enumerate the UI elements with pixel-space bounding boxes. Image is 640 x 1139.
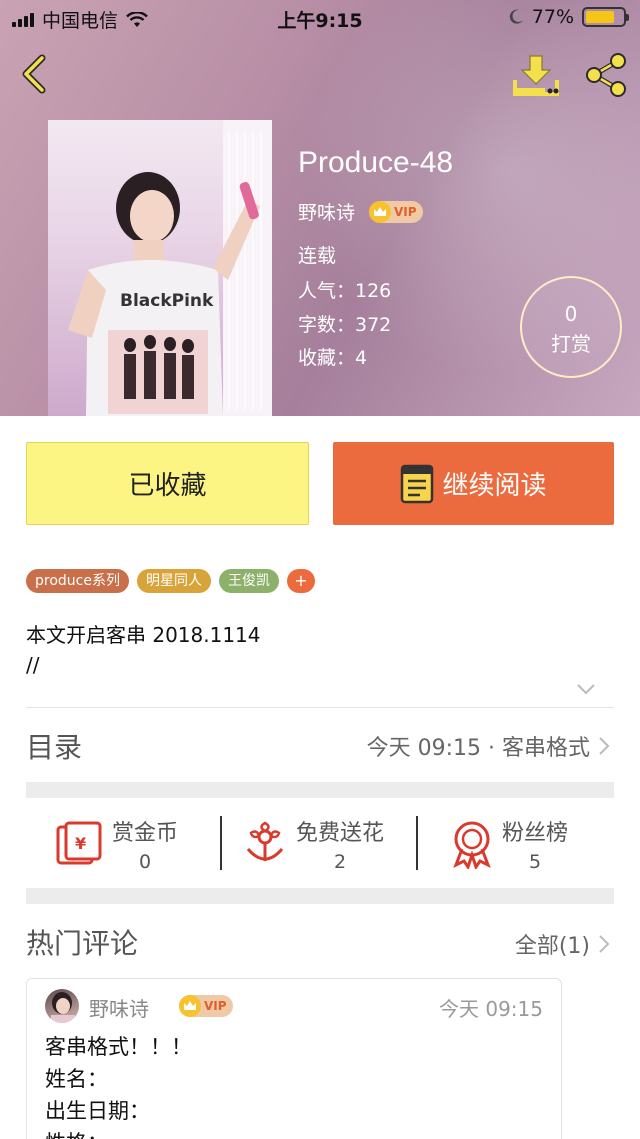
battery-icon [582, 7, 629, 27]
medal-icon [453, 821, 491, 869]
continue-reading-label: 继续阅读 [442, 471, 547, 501]
stat-label: 免费送花 [296, 821, 385, 846]
book-cover[interactable]: BlackPink [48, 120, 272, 416]
reward-label: 打赏 [551, 332, 591, 356]
toc-title: 目录 [26, 731, 83, 764]
moon-icon [509, 9, 523, 24]
cover-image: BlackPink [68, 120, 272, 416]
chevron-left-icon[interactable] [14, 52, 54, 96]
tag-item[interactable]: 王俊凯 [218, 569, 279, 593]
vip-badge: VIP [179, 995, 233, 1017]
stat-value: 0 [138, 851, 152, 873]
svg-text:¥: ¥ [75, 834, 86, 853]
comment-author[interactable]: 野味诗 [89, 993, 149, 1022]
book-header: 中国电信 上午9:15 77% BlackPink Produce-48 野味诗… [0, 0, 640, 416]
comment-line: 姓名： [45, 1067, 108, 1091]
cover-text: BlackPink [120, 291, 214, 311]
comment-line: 出生日期： [45, 1099, 150, 1123]
add-tag-button[interactable]: + [286, 569, 315, 593]
crown-icon [179, 995, 201, 1017]
download-icon[interactable] [512, 52, 560, 98]
intro-line: // [26, 653, 40, 677]
section-separator [26, 782, 614, 798]
toc-latest-chapter[interactable]: 今天 09:15 · 客串格式 [367, 730, 610, 762]
stat-separator [416, 816, 418, 870]
tag-item[interactable]: 明星同人 [136, 569, 211, 593]
collected-label: 已收藏 [128, 471, 207, 501]
all-comments-link[interactable]: 全部(1) [515, 928, 610, 960]
stat-value: 2 [333, 851, 347, 873]
author-name[interactable]: 野味诗 [298, 198, 355, 225]
vip-badge: VIP [369, 200, 423, 223]
author-row[interactable]: 野味诗 VIP [298, 198, 423, 225]
collected-button[interactable]: 已收藏 [26, 442, 309, 525]
reward-count: 0 [564, 302, 578, 326]
comment-line: 客串格式！！！ [45, 1035, 192, 1059]
red-envelope-icon: ¥ [56, 821, 102, 865]
vip-label: VIP [394, 204, 417, 219]
stats-row: ¥ 赏金币 0 免费送花 2 粉丝榜 5 [26, 800, 614, 888]
comment-time: 今天 09:15 [439, 997, 543, 1021]
stat-text: 赏金币 0 [112, 815, 178, 873]
stat-text: 免费送花 2 [296, 815, 384, 873]
reward-button[interactable]: 0 打赏 [520, 276, 622, 378]
book-title: Produce-48 [298, 146, 454, 179]
avatar[interactable] [45, 989, 79, 1023]
continue-reading-button[interactable]: 继续阅读 [333, 442, 614, 525]
chevron-right-icon [599, 737, 610, 755]
book-word-count: 字数：372 [298, 314, 392, 336]
stat-label: 赏金币 [112, 821, 179, 846]
battery-level [586, 11, 614, 23]
comment-body: 客串格式！！！ 姓名： 出生日期： 性格： [45, 1031, 192, 1139]
book-favorites: 收藏：4 [298, 347, 368, 369]
book-popularity: 人气：126 [298, 280, 392, 302]
stat-flowers[interactable]: 免费送花 2 [242, 800, 384, 888]
comment-card[interactable]: 野味诗 VIP 今天 09:15 客串格式！！！ 姓名： 出生日期： 性格： [26, 978, 562, 1139]
chevron-right-icon [599, 935, 610, 953]
toc-latest-label: 今天 09:15 · 客串格式 [366, 736, 590, 761]
stat-coins[interactable]: ¥ 赏金币 0 [54, 800, 178, 888]
book-icon [401, 464, 434, 503]
stat-value: 5 [528, 851, 542, 873]
flower-icon [246, 821, 284, 861]
tag-list: produce系列 明星同人 王俊凯 + [26, 569, 315, 593]
battery-percent: 77% [531, 6, 574, 28]
stat-text: 粉丝榜 5 [502, 815, 568, 873]
stat-separator [220, 816, 222, 870]
vip-label: VIP [204, 999, 227, 1013]
stat-label: 粉丝榜 [502, 821, 569, 846]
book-intro: 本文开启客串 2018.1114 // [26, 620, 261, 680]
section-separator [26, 888, 614, 904]
hot-comments-title: 热门评论 [26, 927, 139, 960]
status-bar: 中国电信 上午9:15 77% [0, 0, 640, 36]
crown-icon [369, 200, 392, 223]
divider [26, 707, 614, 708]
stat-fans[interactable]: 粉丝榜 5 [450, 800, 568, 888]
tag-item[interactable]: produce系列 [26, 569, 129, 593]
intro-line: 本文开启客串 2018.1114 [26, 623, 261, 647]
book-status: 连载 [298, 245, 337, 267]
status-right: 77% [508, 6, 629, 28]
all-comments-label: 全部(1) [514, 934, 590, 959]
share-icon[interactable] [582, 52, 630, 98]
chevron-down-icon[interactable] [576, 682, 596, 696]
comment-line: 性格： [45, 1127, 192, 1139]
